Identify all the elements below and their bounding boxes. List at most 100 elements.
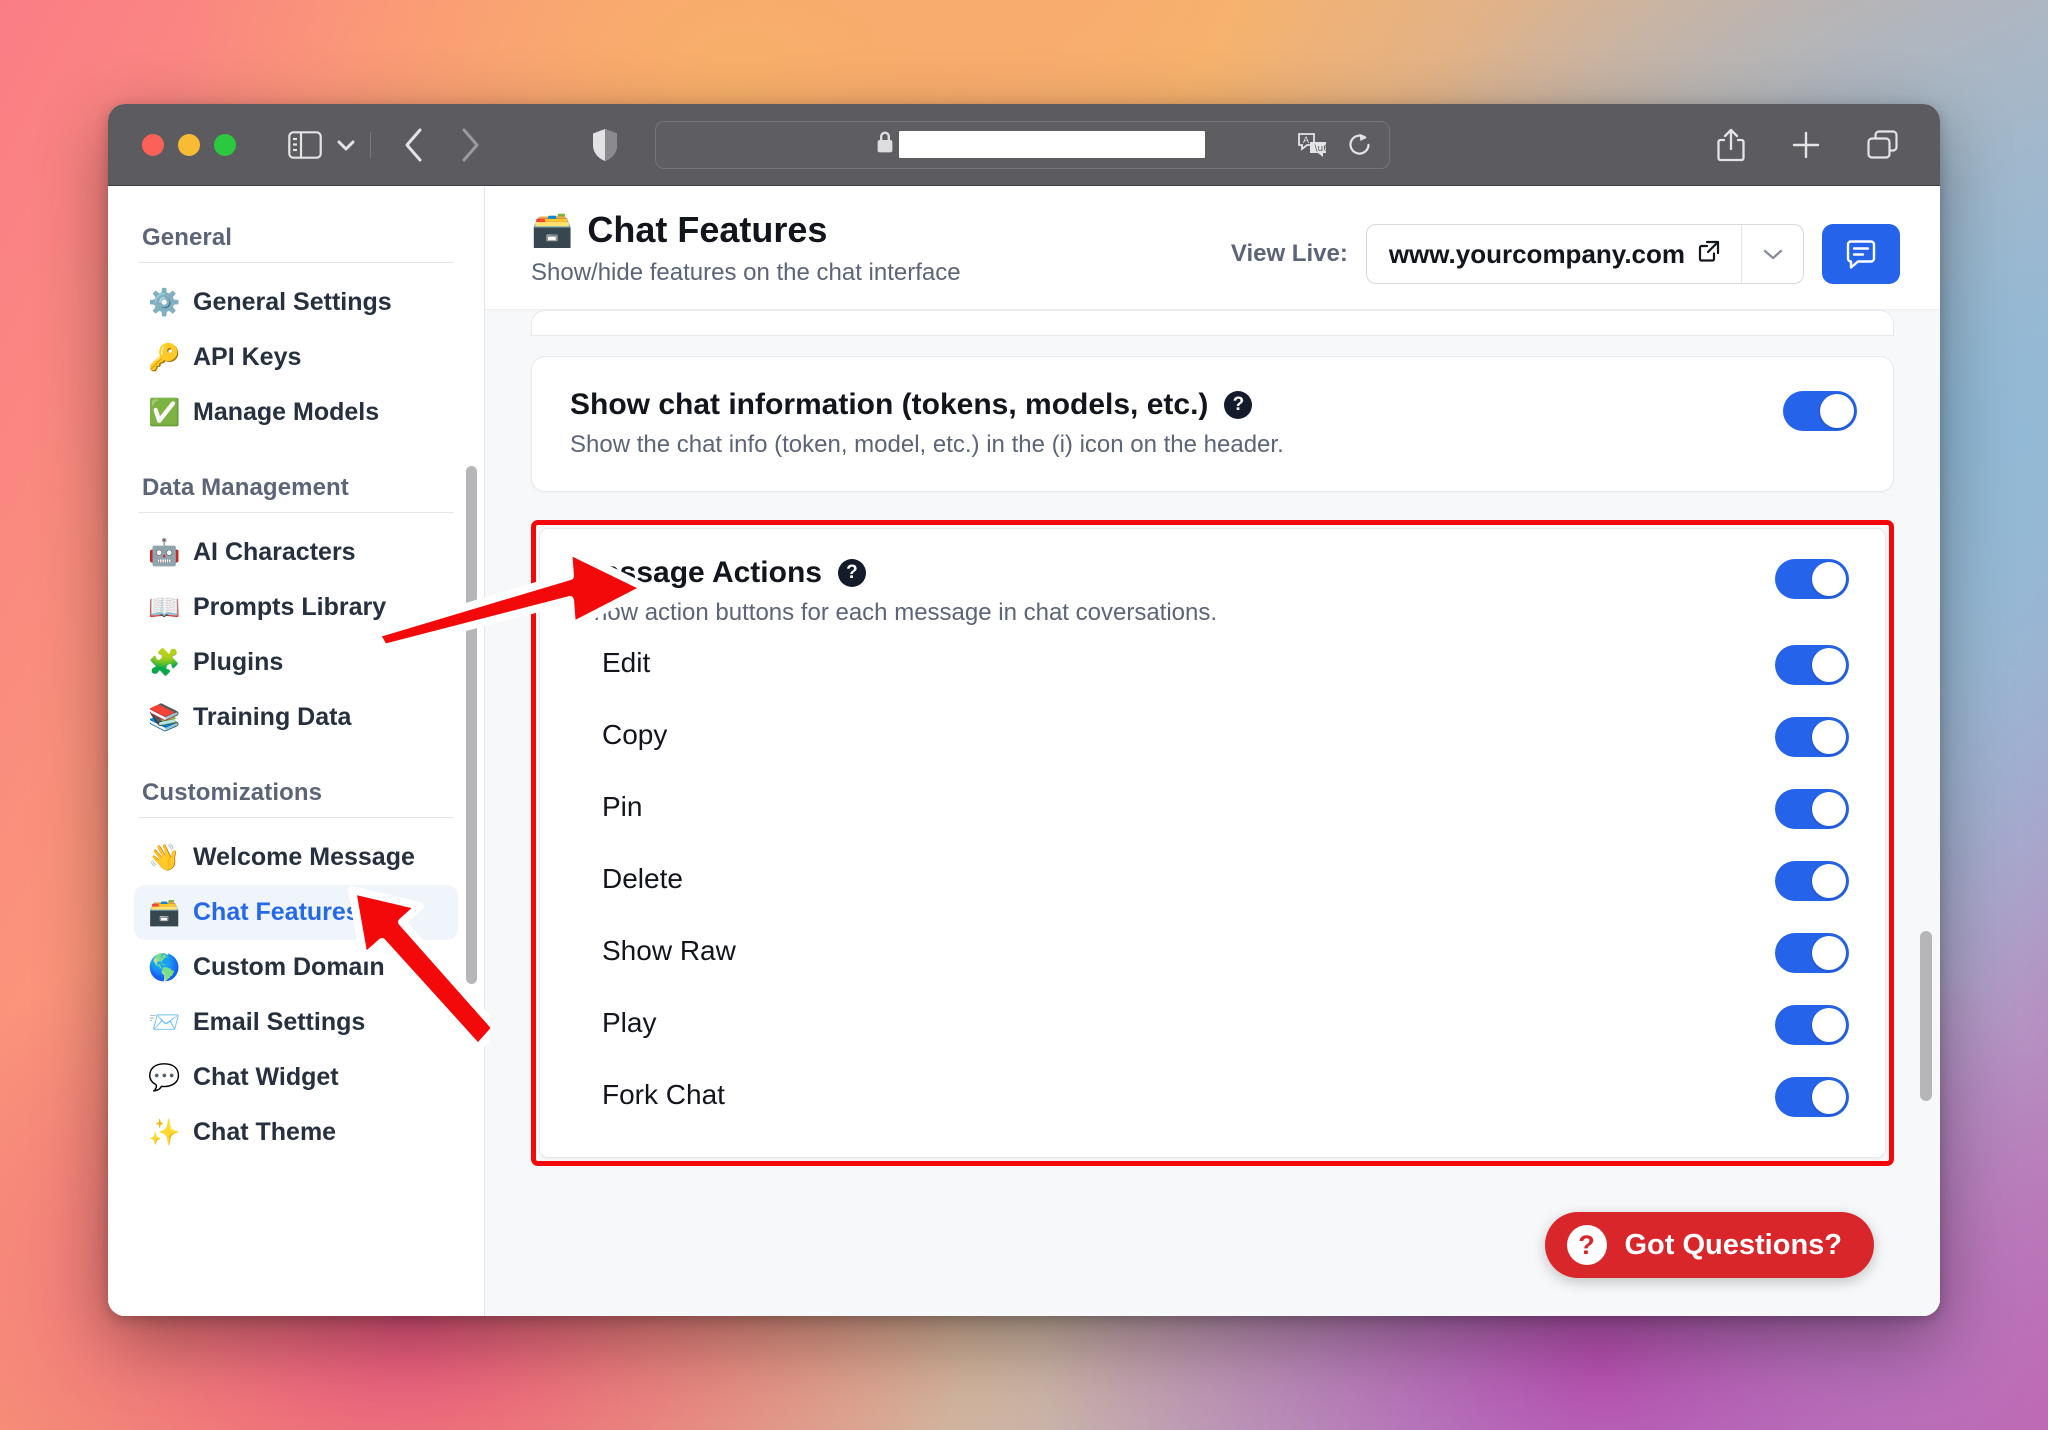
toggle-knob <box>1820 394 1854 429</box>
sidebar-section-customizations: Customizations 👋 Welcome Message 🗃️ Chat… <box>108 769 484 1160</box>
forward-button[interactable] <box>459 127 481 163</box>
help-icon[interactable]: ? <box>1224 391 1253 420</box>
svg-text:\u6587: \u6587 <box>1315 144 1330 154</box>
page-title: 🗃️ Chat Features <box>531 209 1231 250</box>
sidebar-item-label: General Settings <box>193 288 392 316</box>
new-tab-plus-icon[interactable] <box>1790 129 1822 161</box>
sidebar-section-general: General ⚙️ General Settings 🔑 API Keys ✅… <box>108 214 484 440</box>
sidebar-item-label: Welcome Message <box>193 843 415 871</box>
sidebar-item-label: AI Characters <box>193 538 356 566</box>
setting-title: Show chat information (tokens, models, e… <box>570 387 1783 423</box>
view-live-label: View Live: <box>1230 240 1348 267</box>
domain-link[interactable]: www.yourcompany.com <box>1367 225 1741 283</box>
sidebar-item-label: Chat Theme <box>193 1118 337 1146</box>
books-icon: 📚 <box>148 702 181 733</box>
share-icon[interactable] <box>1716 127 1746 163</box>
window-controls[interactable] <box>142 133 236 156</box>
action-label: Edit <box>602 647 651 679</box>
toggle-action-copy[interactable] <box>1775 717 1849 758</box>
close-button[interactable] <box>142 133 164 156</box>
action-label: Show Raw <box>602 935 736 967</box>
sidebar-item-general-settings[interactable]: ⚙️ General Settings <box>134 275 458 330</box>
browser-toolbar: A \u6587 <box>108 104 1940 186</box>
highlight-annotation-box: Message Actions ? Show action buttons fo… <box>531 520 1894 1167</box>
sidebar-item-manage-models[interactable]: ✅ Manage Models <box>134 385 458 440</box>
sidebar-item-prompts-library[interactable]: 📖 Prompts Library <box>134 580 458 635</box>
puzzle-piece-icon: 🧩 <box>148 647 181 678</box>
desktop-background: A \u6587 <box>0 0 2048 1430</box>
settings-sidebar: General ⚙️ General Settings 🔑 API Keys ✅… <box>108 186 485 1316</box>
page-title-text: Chat Features <box>587 209 828 250</box>
setting-title-text: Message Actions <box>578 556 822 590</box>
toggle-knob <box>1812 864 1846 899</box>
domain-selector[interactable]: www.yourcompany.com <box>1365 224 1804 284</box>
settings-scroll-area: Show chat information (tokens, models, e… <box>485 310 1940 1167</box>
toggle-chat-information[interactable] <box>1783 391 1857 432</box>
action-label: Copy <box>602 719 668 751</box>
toggle-action-edit[interactable] <box>1775 645 1849 686</box>
toggle-knob <box>1812 562 1846 597</box>
sidebar-heading-general: General <box>142 224 233 251</box>
sidebar-item-training-data[interactable]: 📚 Training Data <box>134 690 458 745</box>
sidebar-item-label: API Keys <box>193 343 302 371</box>
tab-overview-icon[interactable] <box>1866 129 1900 161</box>
sidebar-item-chat-theme[interactable]: ✨ Chat Theme <box>134 1105 458 1160</box>
sidebar-chevron-down-icon[interactable] <box>336 138 356 152</box>
sidebar-item-plugins[interactable]: 🧩 Plugins <box>134 635 458 690</box>
sidebar-heading-customizations: Customizations <box>142 779 323 806</box>
toggle-knob <box>1812 720 1846 755</box>
toggle-knob <box>1812 936 1846 971</box>
previous-setting-card-clipped <box>531 310 1894 337</box>
page-header: 🗃️ Chat Features Show/hide features on t… <box>485 186 1940 311</box>
book-icon: 📖 <box>148 592 181 623</box>
waving-hand-icon: 👋 <box>148 842 181 873</box>
sidebar-item-label: Chat Features <box>193 898 360 926</box>
address-bar[interactable]: A \u6587 <box>655 120 1390 169</box>
toggle-message-actions[interactable] <box>1775 559 1849 600</box>
sidebar-item-ai-characters[interactable]: 🤖 AI Characters <box>134 525 458 580</box>
sidebar-item-email-settings[interactable]: 📨 Email Settings <box>134 995 458 1050</box>
globe-icon: 🌎 <box>148 952 181 983</box>
minimize-button[interactable] <box>178 133 200 156</box>
toggle-action-fork-chat[interactable] <box>1775 1077 1849 1118</box>
toggle-knob <box>1812 648 1846 683</box>
toggle-action-delete[interactable] <box>1775 861 1849 902</box>
message-action-row: Fork Chat <box>578 1059 1849 1131</box>
view-live-block: View Live: www.yourcompany.com <box>1231 210 1900 284</box>
page-title-block: 🗃️ Chat Features Show/hide features on t… <box>531 209 1231 287</box>
zoom-button[interactable] <box>214 133 236 156</box>
sidebar-item-label: Prompts Library <box>193 593 387 621</box>
message-action-row: Copy <box>578 699 1849 771</box>
toggle-knob <box>1812 1080 1846 1115</box>
url-text-redacted[interactable] <box>899 131 1205 158</box>
toggle-action-play[interactable] <box>1775 1005 1849 1046</box>
help-icon[interactable]: ? <box>837 559 866 588</box>
sidebar-scrollbar[interactable] <box>466 466 477 984</box>
shield-icon[interactable] <box>591 128 619 162</box>
setting-title-text: Show chat information (tokens, models, e… <box>570 388 1209 422</box>
toggle-action-pin[interactable] <box>1775 789 1849 830</box>
sparkles-icon: ✨ <box>148 1117 181 1148</box>
action-label: Delete <box>602 863 683 895</box>
sidebar-item-chat-widget[interactable]: 💬 Chat Widget <box>134 1050 458 1105</box>
sidebar-item-chat-features[interactable]: 🗃️ Chat Features <box>134 885 458 940</box>
setting-text: Message Actions ? Show action buttons fo… <box>578 555 1775 627</box>
got-questions-button[interactable]: ? Got Questions? <box>1544 1212 1874 1278</box>
back-button[interactable] <box>403 127 425 163</box>
toggle-knob <box>1812 1008 1846 1043</box>
setting-text: Show chat information (tokens, models, e… <box>570 387 1783 459</box>
main-scrollbar[interactable] <box>1920 931 1932 1101</box>
sidebar-item-custom-domain[interactable]: 🌎 Custom Domain <box>134 940 458 995</box>
chat-bubble-button[interactable] <box>1822 224 1900 284</box>
chevron-down-icon[interactable] <box>1741 225 1803 283</box>
sidebar-item-label: Training Data <box>193 703 352 731</box>
action-label: Pin <box>602 791 643 823</box>
sidebar-item-api-keys[interactable]: 🔑 API Keys <box>134 330 458 385</box>
translate-icon[interactable]: A \u6587 <box>1297 131 1329 159</box>
sidebar-item-welcome-message[interactable]: 👋 Welcome Message <box>134 830 458 885</box>
toggle-action-show-raw[interactable] <box>1775 933 1849 974</box>
sidebar-toggle-icon[interactable] <box>288 130 322 159</box>
reload-icon[interactable] <box>1347 131 1373 159</box>
